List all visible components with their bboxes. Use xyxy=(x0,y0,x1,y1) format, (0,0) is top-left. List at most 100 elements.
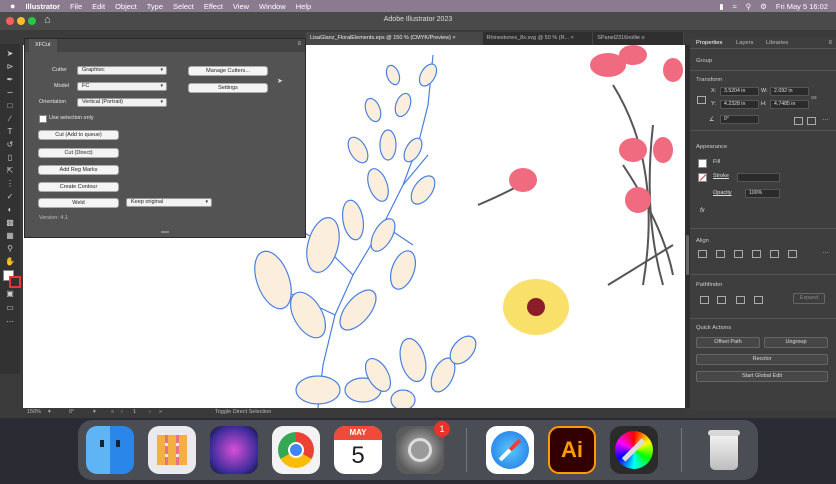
align-right-icon[interactable] xyxy=(734,250,743,258)
exclude-icon[interactable] xyxy=(754,296,763,304)
hand-tool-icon[interactable]: ✋ xyxy=(5,258,15,266)
keep-original-select[interactable]: Keep original ▾ xyxy=(126,198,212,207)
search-icon[interactable]: ⚲ xyxy=(746,2,752,11)
use-selection-checkbox[interactable] xyxy=(39,115,47,123)
ungroup-button[interactable]: Ungroup xyxy=(764,337,828,348)
menu-effect[interactable]: Effect xyxy=(204,2,223,11)
weld-button[interactable]: Weld xyxy=(38,198,119,208)
cutter-select[interactable]: Graphtec ▾ xyxy=(77,66,167,75)
artboard-tool-icon[interactable]: ▦ xyxy=(5,232,15,240)
link-icon[interactable]: ∞ xyxy=(811,93,817,102)
last-artboard-icon[interactable]: » xyxy=(159,409,162,415)
artboard-number[interactable]: 1 xyxy=(133,409,136,415)
scale-tool-icon[interactable]: ⇱ xyxy=(5,167,15,175)
eyedropper-tool-icon[interactable]: ✓ xyxy=(5,193,15,201)
xfcut-tab[interactable]: XFCut xyxy=(29,39,57,52)
stroke-label[interactable]: Stroke xyxy=(713,173,729,179)
intersect-icon[interactable] xyxy=(736,296,745,304)
start-global-edit-button[interactable]: Start Global Edit xyxy=(696,371,828,382)
fill-swatch[interactable] xyxy=(698,159,707,168)
rotate-tool-icon[interactable]: ↺ xyxy=(5,141,15,149)
rectangle-tool-icon[interactable]: □ xyxy=(5,102,15,110)
reference-point-icon[interactable] xyxy=(697,96,706,104)
flip-vertical-icon[interactable] xyxy=(807,117,816,125)
zoom-level[interactable]: 150% xyxy=(27,409,41,415)
more-options-icon[interactable]: ⋯ xyxy=(822,249,829,257)
align-bottom-icon[interactable] xyxy=(788,250,797,258)
minus-front-icon[interactable] xyxy=(717,296,726,304)
opacity-label[interactable]: Opacity xyxy=(713,190,732,196)
menu-window[interactable]: Window xyxy=(259,2,286,11)
selection-tool-icon[interactable]: ➤ xyxy=(5,50,15,58)
manage-cutters-button[interactable]: Manage Cutters... xyxy=(188,66,268,76)
zoom-tool-icon[interactable]: ⚲ xyxy=(5,245,15,253)
align-middle-icon[interactable] xyxy=(770,250,779,258)
color-picker-icon[interactable] xyxy=(610,426,658,474)
menu-type[interactable]: Type xyxy=(147,2,163,11)
fx-button[interactable]: fx xyxy=(700,208,705,214)
stroke-swatch[interactable] xyxy=(9,276,21,288)
align-left-icon[interactable] xyxy=(698,250,707,258)
draw-mode-icon[interactable]: ▣ xyxy=(5,290,15,298)
wifi-icon[interactable]: ≈ xyxy=(733,2,737,11)
siri-icon[interactable] xyxy=(210,426,258,474)
pen-tool-icon[interactable]: ✒ xyxy=(5,76,15,84)
menu-view[interactable]: View xyxy=(233,2,249,11)
x-input[interactable]: 3.5204 in xyxy=(720,87,759,96)
stroke-weight-input[interactable] xyxy=(737,173,780,182)
align-center-icon[interactable] xyxy=(716,250,725,258)
chevron-down-icon[interactable]: ▾ xyxy=(48,409,51,415)
next-artboard-icon[interactable]: › xyxy=(149,409,151,415)
opacity-input[interactable]: 100% xyxy=(745,189,780,198)
control-center-icon[interactable]: ⚙ xyxy=(760,2,767,11)
direct-selection-tool-icon[interactable]: ⊳ xyxy=(5,63,15,71)
menu-object[interactable]: Object xyxy=(115,2,137,11)
panel-menu-icon[interactable]: ≡ xyxy=(828,40,832,46)
brush-tool-icon[interactable]: ∕ xyxy=(5,115,15,123)
h-input[interactable]: 4.7485 in xyxy=(770,100,809,109)
type-tool-icon[interactable]: T xyxy=(5,128,15,136)
apple-icon[interactable]: ● xyxy=(10,1,15,11)
tab-rhinestones[interactable]: Rhinestones_8x.svg @ 50 % (R... × xyxy=(483,32,594,45)
w-input[interactable]: 2.092 in xyxy=(770,87,809,96)
first-artboard-icon[interactable]: « xyxy=(111,409,114,415)
unite-icon[interactable] xyxy=(700,296,709,304)
illustrator-icon[interactable]: Ai xyxy=(548,426,596,474)
safari-icon[interactable] xyxy=(486,426,534,474)
more-tools-icon[interactable]: ⋯ xyxy=(5,318,15,326)
shape-builder-tool-icon[interactable]: ◐ xyxy=(5,206,15,214)
menu-app[interactable]: Illustrator xyxy=(25,2,60,11)
tab-properties[interactable]: Properties xyxy=(696,40,722,46)
calendar-icon[interactable]: MAY 5 xyxy=(334,426,382,474)
battery-icon[interactable]: ▮ xyxy=(719,2,723,11)
flip-horizontal-icon[interactable] xyxy=(794,117,803,125)
eraser-tool-icon[interactable]: ▯ xyxy=(5,154,15,162)
add-reg-marks-button[interactable]: Add Reg Marks xyxy=(38,165,119,175)
offset-path-button[interactable]: Offset Path xyxy=(696,337,760,348)
stroke-swatch[interactable] xyxy=(698,173,707,182)
more-options-icon[interactable]: ⋯ xyxy=(822,116,829,124)
y-input[interactable]: 4.2328 in xyxy=(720,100,759,109)
panel-menu-icon[interactable]: ≡ xyxy=(297,41,301,47)
resize-handle[interactable] xyxy=(161,231,169,233)
cut-add-to-queue-button[interactable]: Cut (Add to queue) xyxy=(38,130,119,140)
model-select[interactable]: FC ▾ xyxy=(77,82,167,91)
expand-button[interactable]: Expand xyxy=(793,293,825,304)
menu-select[interactable]: Select xyxy=(173,2,194,11)
curvature-tool-icon[interactable]: ∽ xyxy=(5,89,15,97)
tab-libraries[interactable]: Libraries xyxy=(766,40,788,46)
angle-input[interactable]: 0° xyxy=(720,115,759,124)
finder-icon[interactable] xyxy=(86,426,134,474)
tab-floral-elements[interactable]: LisaGlanz_FloralElements.eps @ 150 % (CM… xyxy=(306,32,483,45)
width-tool-icon[interactable]: ⋮ xyxy=(5,180,15,188)
trash-icon[interactable] xyxy=(700,426,748,474)
close-icon[interactable]: × xyxy=(571,35,574,41)
recolor-button[interactable]: Recolor xyxy=(696,354,828,365)
chevron-down-icon[interactable]: ▾ xyxy=(93,409,96,415)
rotation-value[interactable]: 0° xyxy=(69,409,74,415)
clock[interactable]: Fri May 5 16:02 xyxy=(776,2,828,11)
prev-artboard-icon[interactable]: ‹ xyxy=(121,409,123,415)
gradient-tool-icon[interactable]: ▩ xyxy=(5,219,15,227)
launchpad-icon[interactable] xyxy=(148,426,196,474)
scroll-thumb[interactable] xyxy=(686,235,689,275)
